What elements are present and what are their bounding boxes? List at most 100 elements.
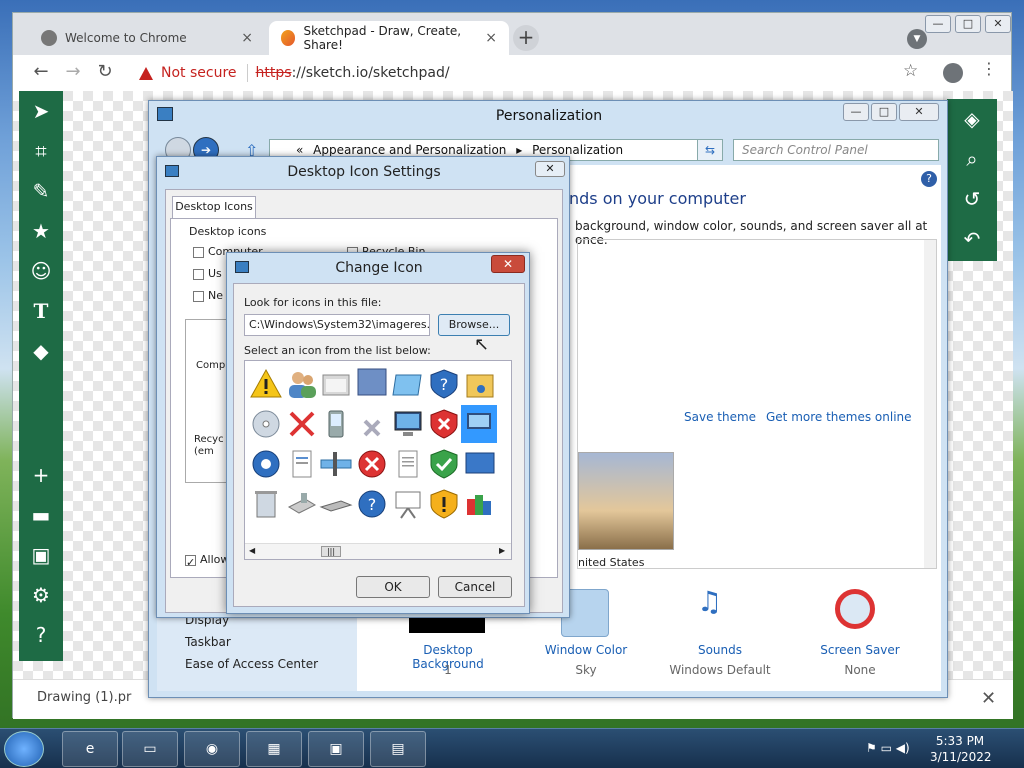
profile-avatar[interactable] bbox=[943, 63, 963, 83]
users-icon[interactable] bbox=[285, 367, 319, 401]
sounds-icon[interactable]: ♫ bbox=[697, 585, 722, 618]
fill-tool-icon[interactable]: ◆ bbox=[19, 331, 63, 371]
personalization-taskbar-icon[interactable]: ▣ bbox=[308, 731, 364, 767]
ie-taskbar-icon[interactable]: e bbox=[62, 731, 118, 767]
monitor-icon[interactable] bbox=[391, 407, 425, 441]
forward-button[interactable]: → bbox=[61, 61, 85, 85]
sounds-link[interactable]: Sounds bbox=[665, 643, 775, 657]
checkbox-network[interactable]: Ne bbox=[193, 289, 223, 302]
music-folder-icon[interactable] bbox=[463, 367, 497, 401]
warning-shield-icon[interactable] bbox=[427, 487, 461, 521]
menu-icon[interactable]: ⋮ bbox=[981, 59, 997, 78]
taskbar-link[interactable]: Taskbar bbox=[185, 635, 231, 649]
save-theme-link[interactable]: Save theme bbox=[684, 410, 756, 424]
save-icon[interactable]: ▣ bbox=[19, 535, 63, 575]
folder-icon[interactable]: ▬ bbox=[19, 495, 63, 535]
chrome-taskbar-icon[interactable]: ◉ bbox=[184, 731, 240, 767]
close-button[interactable]: ✕ bbox=[899, 103, 939, 121]
scroll-left-icon[interactable]: ◀ bbox=[249, 546, 255, 555]
scrollbar[interactable] bbox=[924, 240, 936, 568]
breadcrumb-item[interactable]: Personalization bbox=[532, 143, 623, 157]
maximize-button[interactable]: □ bbox=[871, 103, 897, 121]
drive-icon[interactable] bbox=[285, 487, 319, 521]
explorer-taskbar-icon[interactable]: ▭ bbox=[122, 731, 178, 767]
checkbox-user[interactable]: Us bbox=[193, 267, 222, 280]
star-tool-icon[interactable]: ★ bbox=[19, 211, 63, 251]
help-shield-icon[interactable]: ? bbox=[427, 367, 461, 401]
tab-close-icon[interactable]: × bbox=[241, 30, 253, 46]
selected-monitor-icon[interactable] bbox=[461, 405, 497, 443]
start-button[interactable] bbox=[4, 731, 44, 767]
close-button[interactable]: ✕ bbox=[535, 161, 565, 177]
layers-icon[interactable]: ◈ bbox=[950, 99, 994, 139]
panel-icon[interactable] bbox=[355, 365, 389, 399]
help-icon[interactable]: ? bbox=[19, 615, 63, 655]
cd-icon[interactable] bbox=[249, 407, 283, 441]
tab-search-icon[interactable]: ▼ bbox=[907, 29, 927, 49]
projector-icon[interactable] bbox=[391, 487, 425, 521]
scanner-icon[interactable] bbox=[319, 487, 353, 521]
horizontal-scrollbar[interactable]: ◀ ||| ▶ bbox=[245, 543, 511, 559]
screen-icon[interactable] bbox=[463, 447, 497, 481]
document-icon[interactable] bbox=[285, 447, 319, 481]
red-x-icon[interactable] bbox=[285, 407, 319, 441]
stop-icon[interactable] bbox=[355, 447, 389, 481]
ease-of-access-link[interactable]: Ease of Access Center bbox=[185, 657, 318, 671]
scroll-thumb[interactable]: ||| bbox=[321, 546, 341, 557]
gray-x-icon[interactable] bbox=[355, 411, 389, 445]
recycle-bin-icon[interactable] bbox=[249, 487, 283, 521]
settings-icon[interactable]: ⚙ bbox=[19, 575, 63, 615]
new-tab-button[interactable]: + bbox=[513, 25, 539, 51]
minimize-button[interactable]: — bbox=[925, 15, 951, 33]
warning-icon[interactable] bbox=[249, 367, 283, 401]
system-tray[interactable]: ⚑ ▭ ◀) bbox=[866, 741, 910, 755]
ruler-icon[interactable] bbox=[319, 447, 353, 481]
control-panel-taskbar-icon[interactable]: ▦ bbox=[246, 731, 302, 767]
network-icon[interactable] bbox=[249, 447, 283, 481]
search-input[interactable]: Search Control Panel bbox=[733, 139, 939, 161]
add-icon[interactable]: + bbox=[19, 455, 63, 495]
sticker-tool-icon[interactable]: ☺ bbox=[19, 251, 63, 291]
desktop-icons-taskbar-icon[interactable]: ▤ bbox=[370, 731, 426, 767]
pencil-tool-icon[interactable]: ✎ bbox=[19, 171, 63, 211]
text-tool-icon[interactable]: T bbox=[19, 291, 63, 331]
display-icon[interactable] bbox=[391, 367, 425, 401]
theme-thumbnail[interactable] bbox=[578, 452, 674, 550]
window-icon[interactable] bbox=[319, 367, 353, 401]
minimize-button[interactable]: — bbox=[843, 103, 869, 121]
bookmark-star-icon[interactable]: ☆ bbox=[903, 61, 918, 81]
breadcrumb-item[interactable]: Appearance and Personalization bbox=[313, 143, 506, 157]
icon-list[interactable]: ? ? ◀ ||| ▶ bbox=[244, 360, 512, 560]
close-button[interactable]: ✕ bbox=[985, 15, 1011, 33]
more-themes-link[interactable]: Get more themes online bbox=[766, 410, 912, 424]
cancel-button[interactable]: Cancel bbox=[438, 576, 512, 598]
screen-saver-link[interactable]: Screen Saver bbox=[805, 643, 915, 657]
close-button[interactable]: ✕ bbox=[491, 255, 525, 273]
history-icon[interactable]: ↺ bbox=[950, 179, 994, 219]
allow-themes-checkbox[interactable]: ✓ Allow bbox=[185, 553, 229, 569]
back-button[interactable]: ← bbox=[29, 61, 53, 85]
help-icon[interactable]: ? bbox=[921, 171, 937, 187]
text-file-icon[interactable] bbox=[391, 447, 425, 481]
undo-icon[interactable]: ↶ bbox=[950, 219, 994, 259]
search-icon[interactable]: ⌕ bbox=[950, 139, 994, 179]
refresh-icon[interactable]: ⇆ bbox=[697, 139, 723, 161]
programs-icon[interactable] bbox=[463, 487, 497, 521]
tab-sketchpad[interactable]: Sketchpad - Draw, Create, Share! × bbox=[269, 21, 509, 55]
window-color-link[interactable]: Window Color bbox=[531, 643, 641, 657]
error-shield-icon[interactable] bbox=[427, 407, 461, 441]
download-item[interactable]: Drawing (1).pr bbox=[37, 690, 131, 705]
crop-tool-icon[interactable]: ⌗ bbox=[19, 131, 63, 171]
reload-button[interactable]: ↻ bbox=[93, 61, 117, 85]
ok-button[interactable]: OK bbox=[356, 576, 430, 598]
ok-shield-icon[interactable] bbox=[427, 447, 461, 481]
pda-icon[interactable] bbox=[319, 407, 353, 441]
tab-close-icon[interactable]: × bbox=[485, 30, 497, 46]
address-bar[interactable]: Not secure https ://sketch.io/sketchpad/ bbox=[131, 59, 931, 87]
select-tool-icon[interactable]: ➤ bbox=[19, 91, 63, 131]
tab-welcome[interactable]: Welcome to Chrome × bbox=[29, 21, 265, 55]
file-path-input[interactable]: C:\Windows\System32\imageres.dll bbox=[244, 314, 430, 336]
question-icon[interactable]: ? bbox=[355, 487, 389, 521]
scroll-right-icon[interactable]: ▶ bbox=[499, 546, 505, 555]
download-close-icon[interactable]: ✕ bbox=[981, 688, 996, 709]
